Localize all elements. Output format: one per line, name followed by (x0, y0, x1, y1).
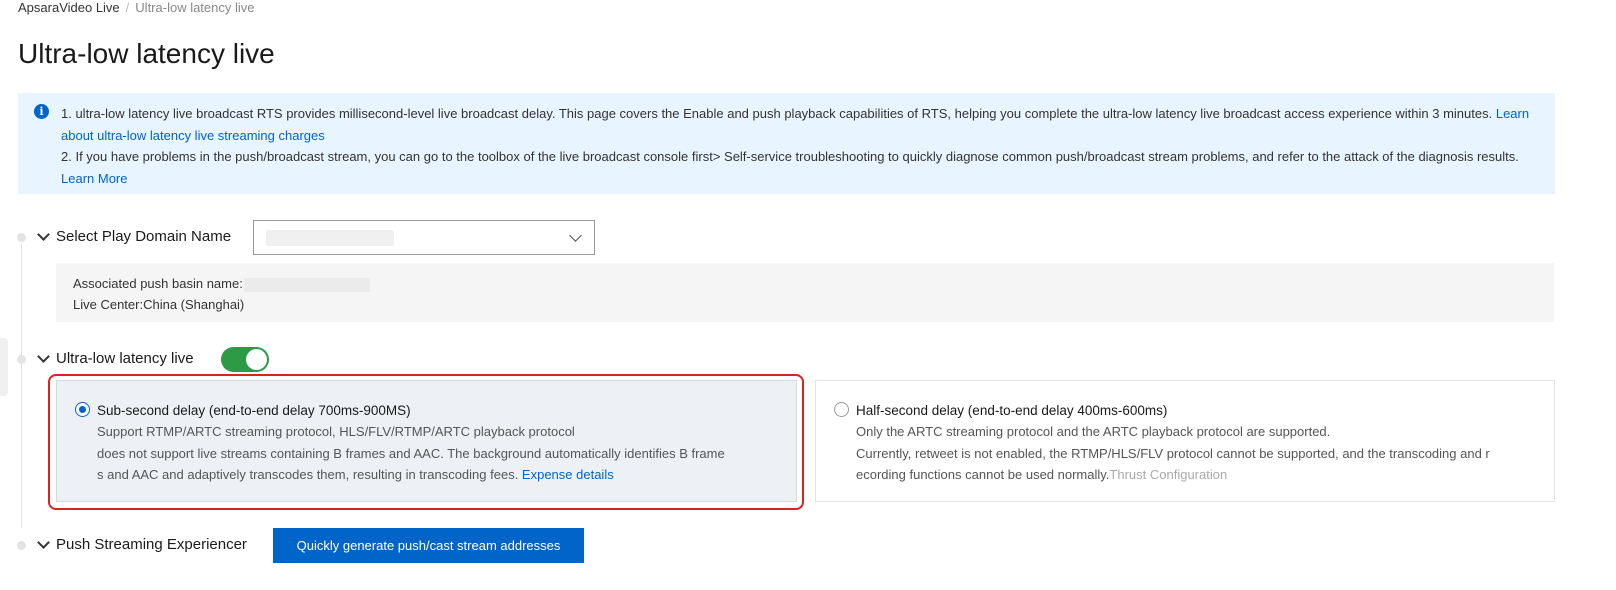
notice-banner: i 1. ultra-low latency live broadcast RT… (18, 93, 1555, 194)
latency-section-label: Ultra-low latency live (56, 350, 194, 367)
step-dot (17, 541, 26, 550)
associated-push-domain: Associated push basin name: (73, 273, 1537, 294)
generate-stream-address-button[interactable]: Quickly generate push/cast stream addres… (273, 528, 584, 563)
latency-toggle[interactable] (221, 347, 269, 372)
toggle-knob (246, 349, 267, 370)
breadcrumb-separator: / (125, 0, 130, 15)
option-desc: ecording functions cannot be used normal… (856, 466, 1228, 482)
push-domain-value (243, 277, 370, 292)
notice-line-2: 2. If you have problems in the push/broa… (61, 149, 1519, 186)
notice-line-1: 1. ultra-low latency live broadcast RTS … (61, 106, 1530, 143)
domain-section-header[interactable]: Select Play Domain Name (37, 228, 232, 245)
step-dot (17, 233, 26, 242)
option-desc: Currently, retweet is not enabled, the R… (856, 445, 1490, 461)
learn-more-link[interactable]: Learn More (61, 171, 127, 186)
live-center: Live Center:China (Shanghai) (73, 297, 245, 312)
info-icon: i (34, 104, 49, 119)
breadcrumb-current: Ultra-low latency live (135, 0, 255, 15)
chevron-down-icon (37, 228, 50, 241)
option-desc: Only the ARTC streaming protocol and the… (856, 424, 1331, 440)
chevron-down-icon (569, 229, 582, 242)
latency-section-header[interactable]: Ultra-low latency live (37, 350, 194, 367)
play-domain-select[interactable] (253, 220, 595, 255)
domain-section-label: Select Play Domain Name (56, 228, 232, 245)
selected-domain-value (266, 230, 394, 246)
breadcrumb-root[interactable]: ApsaraVideo Live (18, 0, 120, 15)
highlight-annotation (48, 374, 804, 510)
half-second-radio[interactable] (834, 402, 849, 417)
page-title: Ultra-low latency live (18, 38, 275, 69)
chevron-down-icon (37, 350, 50, 363)
step-dot (17, 355, 26, 364)
domain-info-panel: Associated push basin name: Live Center:… (56, 263, 1554, 322)
side-collapse-tab[interactable] (0, 338, 8, 396)
thrust-configuration-link[interactable]: Thrust Configuration (1109, 467, 1227, 482)
half-second-option-card[interactable]: Half-second delay (end-to-end delay 400m… (815, 380, 1555, 502)
push-section-label: Push Streaming Experiencer (56, 536, 247, 553)
chevron-down-icon (37, 536, 50, 549)
option-title: Half-second delay (end-to-end delay 400m… (856, 403, 1168, 418)
push-section-header[interactable]: Push Streaming Experiencer (37, 536, 247, 553)
breadcrumb: ApsaraVideo Live / Ultra-low latency live (18, 0, 255, 15)
timeline-line (21, 243, 22, 528)
